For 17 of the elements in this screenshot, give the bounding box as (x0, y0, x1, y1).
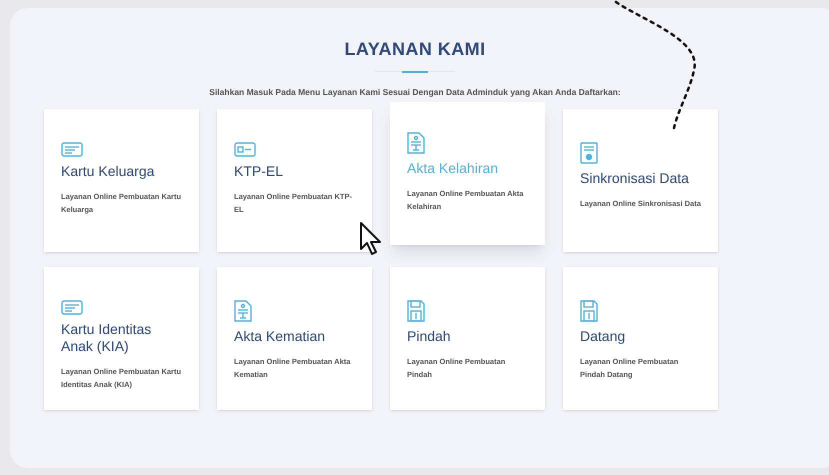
certificate-icon (580, 142, 598, 164)
service-title: Pindah (407, 328, 452, 345)
mouse-cursor-icon (359, 221, 383, 257)
section-subtitle: Silahkan Masuk Pada Menu Layanan Kami Sesuai Dengan Data Adminduk yang Akan Anda Daftarkan: (209, 86, 621, 99)
service-title: KTP-EL (234, 162, 284, 180)
service-title: Akta Kematian (234, 328, 326, 345)
id-card-icon (234, 142, 256, 157)
service-title: Kartu Identitas Anak (KIA) (61, 320, 152, 355)
document-icon (234, 300, 252, 322)
card-icon (61, 300, 83, 315)
service-title: Datang (580, 328, 626, 345)
card-icon (61, 142, 83, 157)
service-title: Kartu Keluarga (61, 162, 156, 180)
service-title: Sinkronisasi Data (580, 170, 690, 187)
service-title: Akta Kelahiran (407, 160, 500, 177)
section-title: LAYANAN KAMI (344, 38, 486, 61)
document-icon (407, 132, 425, 154)
